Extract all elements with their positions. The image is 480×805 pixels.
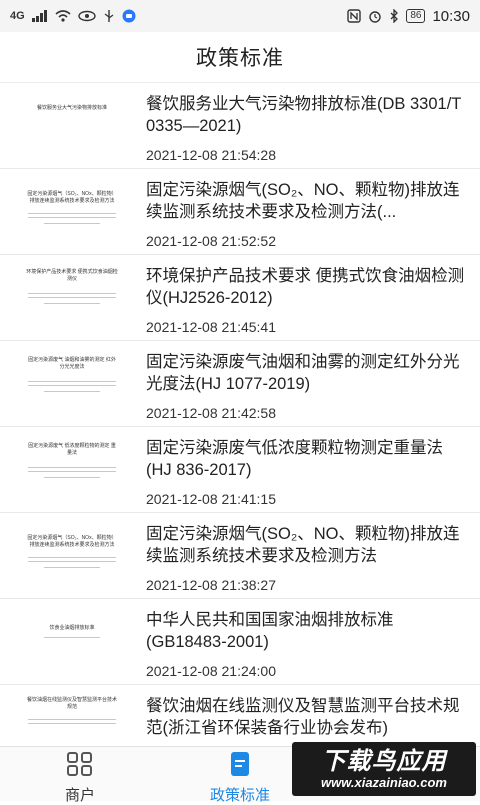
- thumbnail-title: 餐饮服务业大气污染物排放标准: [36, 105, 107, 111]
- item-date: 2021-12-08 21:54:28: [146, 147, 276, 163]
- document-thumbnail: 饮食业油烟排放标准: [22, 607, 122, 677]
- list-item[interactable]: 固定污染源烟气（SO₂、NOx、颗粒物）排放连续监测系统技术要求及检测方法 固定…: [0, 169, 480, 255]
- alarm-icon: [368, 9, 382, 23]
- item-date: 2021-12-08 21:41:15: [146, 491, 276, 507]
- tab-label: 政策标准: [209, 787, 270, 804]
- list-item[interactable]: 饮食业油烟排放标准 中华人民共和国国家油烟排放标准(GB18483-2001) …: [0, 599, 480, 685]
- document-thumbnail: 固定污染源烟气（SO₂、NOx、颗粒物）排放连续监测系统技术要求及检测方法: [22, 521, 122, 591]
- item-date: 2021-12-08 21:38:27: [146, 577, 276, 593]
- shield-icon: [122, 9, 136, 23]
- nfc-icon: [347, 9, 362, 23]
- thumbnail-title: 固定污染源废气 油烟和油雾的测定 红外分光光度法: [28, 357, 116, 370]
- watermark-text: 下载鸟应用: [321, 747, 447, 775]
- document-thumbnail: 固定污染源废气 低浓度颗粒物的测定 重量法: [22, 435, 122, 505]
- document-icon: [225, 751, 255, 782]
- item-date: 2021-12-08 21:24:00: [146, 663, 276, 679]
- document-thumbnail: 固定污染源废气 油烟和油雾的测定 红外分光光度法: [22, 349, 122, 419]
- tab-label: 商户: [64, 787, 95, 804]
- item-date: 2021-12-08 21:42:58: [146, 405, 276, 421]
- item-title: 固定污染源废气低浓度颗粒物测定重量法(HJ 836-2017): [146, 439, 443, 479]
- thumbnail-title: 环境保护产品技术要求 便携式饮食油烟检测仪: [26, 269, 118, 282]
- watermark-url: www.xiazainiao.com: [321, 774, 447, 790]
- thumbnail-title: 餐饮油烟在线监测仪及智慧监测平台技术规范: [26, 697, 117, 710]
- status-bar: 4G 86 10:30: [0, 0, 480, 32]
- policy-list[interactable]: 餐饮服务业大气污染物排放标准 餐饮服务业大气污染物排放标准(DB 3301/T …: [0, 83, 480, 746]
- network-type-label: 4G: [10, 10, 25, 22]
- battery-icon: 86: [406, 9, 426, 23]
- eye-icon: [77, 10, 96, 22]
- thumbnail-title: 饮食业油烟排放标准: [49, 625, 95, 631]
- thumbnail-title: 固定污染源烟气（SO₂、NOx、颗粒物）排放连续监测系统技术要求及检测方法: [27, 535, 117, 548]
- item-title: 餐饮油烟在线监测仪及智慧监测平台技术规范(浙江省环保装备行业协会发布): [146, 697, 460, 737]
- item-date: 2021-12-08 21:45:41: [146, 319, 276, 335]
- item-title: 固定污染源废气油烟和油雾的测定红外分光光度法(HJ 1077-2019): [146, 353, 460, 393]
- page-title: 政策标准: [196, 47, 284, 70]
- tab-merchants[interactable]: 商户: [0, 747, 160, 804]
- list-item[interactable]: 固定污染源废气 油烟和油雾的测定 红外分光光度法 固定污染源废气油烟和油雾的测定…: [0, 341, 480, 427]
- list-item[interactable]: 餐饮油烟在线监测仪及智慧监测平台技术规范 餐饮油烟在线监测仪及智慧监测平台技术规…: [0, 685, 480, 746]
- thumbnail-title: 固定污染源废气 低浓度颗粒物的测定 重量法: [28, 443, 116, 456]
- app-header: 政策标准: [0, 32, 480, 83]
- wifi-icon: [55, 10, 71, 22]
- status-time: 10:30: [432, 7, 470, 25]
- usb-icon: [103, 9, 115, 23]
- item-title: 中华人民共和国国家油烟排放标准(GB18483-2001): [146, 611, 394, 651]
- document-thumbnail: 环境保护产品技术要求 便携式饮食油烟检测仪: [22, 263, 122, 333]
- list-item[interactable]: 环境保护产品技术要求 便携式饮食油烟检测仪 环境保护产品技术要求 便携式饮食油烟…: [0, 255, 480, 341]
- list-item[interactable]: 餐饮服务业大气污染物排放标准 餐饮服务业大气污染物排放标准(DB 3301/T …: [0, 83, 480, 169]
- document-thumbnail: 餐饮服务业大气污染物排放标准: [22, 91, 122, 161]
- document-thumbnail: 固定污染源烟气（SO₂、NOx、颗粒物）排放连续监测系统技术要求及检测方法: [22, 177, 122, 247]
- item-title: 固定污染源烟气(SO₂、NO、颗粒物)排放连续监测系统技术要求及检测方法: [146, 525, 460, 565]
- thumbnail-title: 固定污染源烟气（SO₂、NOx、颗粒物）排放连续监测系统技术要求及检测方法: [27, 191, 117, 204]
- battery-level: 86: [410, 10, 422, 21]
- item-title: 环境保护产品技术要求 便携式饮食油烟检测仪(HJ2526-2012): [146, 267, 465, 307]
- document-thumbnail: 餐饮油烟在线监测仪及智慧监测平台技术规范: [22, 693, 122, 746]
- network-type-icon: 4G: [10, 10, 25, 22]
- list-item[interactable]: 固定污染源烟气（SO₂、NOx、颗粒物）排放连续监测系统技术要求及检测方法 固定…: [0, 513, 480, 599]
- list-item[interactable]: 固定污染源废气 低浓度颗粒物的测定 重量法 固定污染源废气低浓度颗粒物测定重量法…: [0, 427, 480, 513]
- watermark-logo: 下载鸟应用 www.xiazainiao.com: [292, 742, 476, 796]
- bluetooth-icon: [389, 9, 399, 23]
- item-title: 固定污染源烟气(SO₂、NO、颗粒物)排放连续监测系统技术要求及检测方法(...: [146, 181, 460, 221]
- item-date: 2021-12-08 21:52:52: [146, 233, 276, 249]
- grid-icon: [65, 751, 95, 782]
- signal-icon: [31, 10, 48, 22]
- item-title: 餐饮服务业大气污染物排放标准(DB 3301/T 0335—2021): [146, 95, 462, 135]
